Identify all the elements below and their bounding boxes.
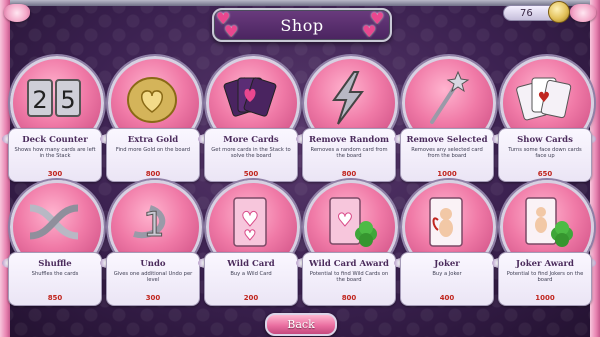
svg-text:♥: ♥ [337,210,353,231]
item-label: More Cards Get more cards in the Stack t… [204,128,298,182]
heart-icon: ♥ [362,22,377,41]
shop-item-joker[interactable]: Joker Buy a Joker 400 [394,180,498,306]
item-price: 650 [537,170,553,178]
gold-coin-heart-icon [127,77,177,123]
wild-card-hearts-icon: ♥ ♥ [233,197,267,247]
bow-icon [4,4,30,22]
item-name: Joker Award [516,259,574,269]
item-price: 400 [439,294,455,302]
item-description: Removes a random card from the board [310,147,388,160]
item-label: Show Cards Turns some face down cards fa… [498,128,592,182]
item-price: 1000 [535,294,555,302]
item-name: Undo [140,259,166,269]
item-name: Wild Card [227,259,275,269]
shop-item-remove-selected[interactable]: Remove Selected Removes any selected car… [394,56,498,182]
item-label: Shuffle Shuffles the cards 850 [8,252,102,306]
coin-icon [548,1,570,23]
item-description: Shows how many cards are left in the Sta… [14,147,96,160]
svg-text:♥: ♥ [538,90,551,106]
heart-icon: ♥ [224,22,239,41]
item-price: 300 [145,294,161,302]
card-stack-icon [223,77,277,117]
item-name: Remove Random [309,135,389,145]
item-description: Get more cards in the Stack to solve the… [211,147,291,160]
item-label: Wild Card Buy a Wild Card 200 [204,252,298,306]
item-label: Undo Gives one additional Undo per level… [106,252,200,306]
back-button[interactable]: Back [265,313,337,336]
svg-text:1: 1 [143,205,165,245]
item-label: Joker Buy a Joker 400 [400,252,494,306]
magic-wand-icon [430,70,470,124]
shop-item-extra-gold[interactable]: Extra Gold Find more Gold on the board 8… [100,56,204,182]
joker-cupid-icon [429,197,463,247]
item-name: Extra Gold [127,135,179,145]
item-price: 500 [243,170,259,178]
bow-icon [570,4,596,22]
page-title: Shop [280,15,324,35]
shop-item-wild-card[interactable]: ♥ ♥ Wild Card Buy a Wild Card 200 [198,180,302,306]
counter-25-icon: 2 5 [27,79,81,117]
item-description: Buy a Wild Card [230,271,272,277]
item-label: Joker Award Potential to find Jokers on … [498,252,592,306]
item-description: Find more Gold on the board [115,147,191,153]
item-name: Show Cards [517,135,573,145]
lightning-bolt-icon [332,71,364,125]
item-description: Potential to find Jokers on the board [506,271,584,284]
svg-text:♥: ♥ [244,228,257,244]
shop-item-wild-card-award[interactable]: ♥ Wild Card Award Potential to find Wild… [296,180,400,306]
item-price: 300 [47,170,63,178]
undo-one-icon: 1 [133,205,165,246]
item-label: Remove Random Removes a random card from… [302,128,396,182]
item-price: 1000 [437,170,457,178]
shop-item-deck-counter[interactable]: 2 5 Deck Counter Shows how many cards ar… [2,56,106,182]
item-name: Remove Selected [406,135,488,145]
item-description: Gives one additional Undo per level [113,271,193,284]
item-description: Removes any selected card from the board [411,147,483,160]
item-label: Wild Card Award Potential to find Wild C… [302,252,396,306]
item-label: Remove Selected Removes any selected car… [400,128,494,182]
svg-text:5: 5 [60,86,75,114]
shop-item-undo[interactable]: 1 Undo Gives one additional Undo per lev… [100,180,204,306]
svg-text:2: 2 [32,86,47,114]
shop-item-more-cards[interactable]: More Cards Get more cards in the Stack t… [198,56,302,182]
item-label: Deck Counter Shows how many cards are le… [8,128,102,182]
item-price: 800 [341,294,357,302]
playing-cards-icon: ♥ [516,77,572,121]
joker-clover-icon [525,197,573,247]
item-label: Extra Gold Find more Gold on the board 8… [106,128,200,182]
shop-item-show-cards[interactable]: ♥ Show Cards Turns some face down cards … [492,56,596,182]
item-description: Potential to find Wild Cards on the boar… [309,271,389,284]
item-price: 850 [47,294,63,302]
gold-value: 76 [520,7,533,19]
shuffle-arrows-icon [29,204,79,240]
shop-item-shuffle[interactable]: Shuffle Shuffles the cards 850 [2,180,106,306]
item-description: Buy a Joker [432,271,462,277]
item-name: Wild Card Award [309,259,389,269]
item-name: Deck Counter [22,135,88,145]
shop-item-joker-award[interactable]: Joker Award Potential to find Jokers on … [492,180,596,306]
shop-item-remove-random[interactable]: Remove Random Removes a random card from… [296,56,400,182]
back-button-label: Back [287,318,315,331]
item-name: More Cards [223,135,279,145]
item-price: 800 [145,170,161,178]
item-description: Turns some face down cards face up [508,147,582,160]
item-name: Joker [434,259,460,269]
item-price: 800 [341,170,357,178]
wild-card-clover-icon: ♥ [329,197,377,247]
item-description: Shuffles the cards [31,271,79,277]
item-price: 200 [243,294,259,302]
item-name: Shuffle [38,259,72,269]
